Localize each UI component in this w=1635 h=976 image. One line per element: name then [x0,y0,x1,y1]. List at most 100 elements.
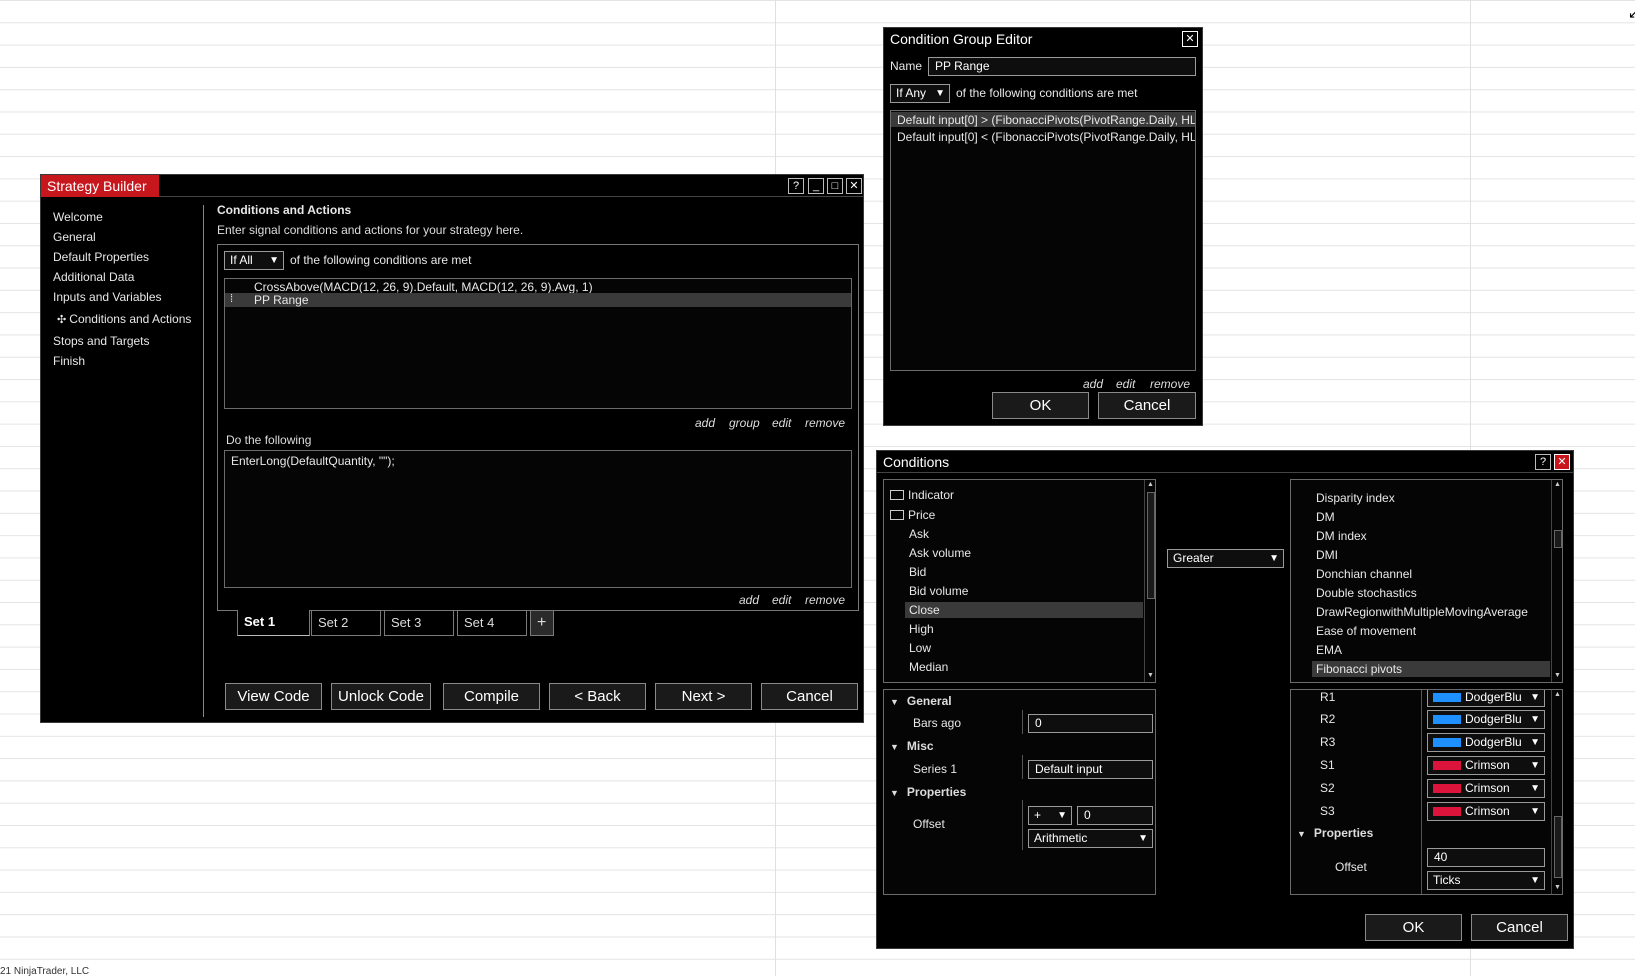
bars-ago-input[interactable]: 0 [1028,714,1153,733]
tree-item[interactable]: Bid volume [909,584,968,598]
tree-item[interactable]: Low [909,641,931,655]
scrollbar[interactable]: ▲ ▼ [1551,690,1562,894]
scroll-down-icon[interactable]: ▼ [1554,884,1561,891]
scrollbar[interactable]: ▲ ▼ [1144,480,1155,682]
view-code-button[interactable]: View Code [225,683,322,710]
edit-condition-link[interactable]: edit [1116,377,1135,391]
ok-button[interactable]: OK [1365,914,1462,941]
operator-select[interactable]: Greater ▼ [1167,549,1284,568]
list-item[interactable]: EMA [1316,643,1342,657]
list-item[interactable]: Double stochastics [1316,586,1417,600]
sidebar-item-conditions-actions[interactable]: ✣ Conditions and Actions [57,312,191,326]
scroll-up-icon[interactable]: ▲ [1554,691,1561,698]
plot-color-select[interactable]: DodgerBlu ▼ [1427,710,1545,729]
close-icon[interactable]: ✕ [846,178,862,194]
add-condition-link[interactable]: add [695,416,715,430]
list-item[interactable]: Donchian channel [1316,567,1412,581]
list-item[interactable]: DrawRegionwithMultipleMovingAverage [1316,605,1528,619]
tab-set-1[interactable]: Set 1 [237,610,310,636]
help-icon[interactable]: ? [1535,454,1551,470]
condition-item-selected[interactable]: ⁞ PP Range [225,293,851,307]
sidebar-item-general[interactable]: General [53,230,96,244]
condition-item[interactable]: Default input[0] < (FibonacciPivots(Pivo… [897,130,1195,144]
tab-set-3[interactable]: Set 3 [384,610,454,636]
cancel-button[interactable]: Cancel [1471,914,1568,941]
plot-color-select[interactable]: Crimson ▼ [1427,779,1545,798]
sidebar-item-welcome[interactable]: Welcome [53,210,103,224]
offset-type-select[interactable]: Ticks ▼ [1427,871,1545,890]
plot-color-select[interactable]: DodgerBlu ▼ [1427,690,1545,707]
condition-item[interactable]: CrossAbove(MACD(12, 26, 9).Default, MACD… [254,280,593,294]
section-properties[interactable]: ▼ Properties [1297,826,1373,840]
scroll-up-icon[interactable]: ▲ [1147,481,1154,488]
close-icon[interactable]: ✕ [1182,31,1198,47]
sidebar-item-inputs-variables[interactable]: Inputs and Variables [53,290,162,304]
condition-item-selected[interactable]: Default input[0] > (FibonacciPivots(Pivo… [891,112,1195,127]
add-condition-link[interactable]: add [1083,377,1103,391]
tree-item-selected[interactable]: Close [905,602,1143,618]
minimize-icon[interactable]: _ [808,178,824,194]
series-input[interactable]: Default input [1028,760,1153,779]
plot-color-select[interactable]: DodgerBlu ▼ [1427,733,1545,752]
tree-item[interactable]: Ask volume [909,546,971,560]
action-item[interactable]: EnterLong(DefaultQuantity, ""); [231,454,395,468]
tab-set-2[interactable]: Set 2 [311,610,381,636]
offset-value-input[interactable]: 0 [1077,806,1153,825]
offset-operator-select[interactable]: + ▼ [1028,806,1072,825]
tree-item[interactable]: Ask [909,527,929,541]
tree-item[interactable]: High [909,622,934,636]
tab-set-4[interactable]: Set 4 [457,610,527,636]
list-item[interactable]: Disparity index [1316,491,1395,505]
offset-value-input[interactable]: 40 [1427,848,1545,867]
plot-color-select[interactable]: Crimson ▼ [1427,756,1545,775]
remove-condition-link[interactable]: remove [1150,377,1190,391]
sidebar-item-finish[interactable]: Finish [53,354,85,368]
sidebar-item-default-properties[interactable]: Default Properties [53,250,149,264]
close-icon[interactable]: ✕ [1554,454,1570,470]
unlock-code-button[interactable]: Unlock Code [331,683,431,710]
cancel-button[interactable]: Cancel [1098,392,1196,419]
cancel-button[interactable]: Cancel [761,683,858,710]
scroll-thumb[interactable] [1554,530,1562,548]
remove-condition-link[interactable]: remove [805,416,845,430]
plot-color-select[interactable]: Crimson ▼ [1427,802,1545,821]
group-name-input[interactable]: PP Range [928,57,1196,76]
help-icon[interactable]: ? [788,178,804,194]
list-item[interactable]: DMI [1316,548,1338,562]
scroll-down-icon[interactable]: ▼ [1147,672,1154,679]
list-item-selected[interactable]: Fibonacci pivots [1312,661,1550,677]
offset-type-select[interactable]: Arithmetic ▼ [1028,829,1153,848]
next-button[interactable]: Next > [655,683,752,710]
scroll-down-icon[interactable]: ▼ [1554,672,1561,679]
add-set-button[interactable]: + [530,610,554,636]
scroll-up-icon[interactable]: ▲ [1554,481,1561,488]
edit-condition-link[interactable]: edit [772,416,791,430]
conditions-window: Conditions ? ✕ Indicator Price Ask Ask v… [876,450,1574,949]
back-button[interactable]: < Back [549,683,646,710]
list-item[interactable]: DM [1316,510,1335,524]
match-mode-select[interactable]: If All ▼ [224,251,284,270]
sidebar-item-label: Conditions and Actions [69,312,192,326]
add-action-link[interactable]: add [739,593,759,607]
tree-item[interactable]: Bid [909,565,926,579]
compile-button[interactable]: Compile [443,683,540,710]
tree-folder-price[interactable]: Price [890,508,935,522]
sidebar-item-stops-targets[interactable]: Stops and Targets [53,334,150,348]
ok-button[interactable]: OK [992,392,1089,419]
list-item[interactable]: Ease of movement [1316,624,1416,638]
scrollbar[interactable]: ▲ ▼ [1551,480,1562,682]
tree-item[interactable]: Median [909,660,948,674]
scroll-thumb[interactable] [1147,492,1155,599]
edit-action-link[interactable]: edit [772,593,791,607]
sidebar-item-additional-data[interactable]: Additional Data [53,270,134,284]
tree-folder-indicator[interactable]: Indicator [890,488,954,502]
scroll-thumb[interactable] [1554,816,1562,878]
group-condition-link[interactable]: group [729,416,760,430]
section-properties[interactable]: ▼ Properties [890,785,966,799]
remove-action-link[interactable]: remove [805,593,845,607]
match-mode-select[interactable]: If Any ▼ [890,84,950,103]
maximize-icon[interactable]: □ [827,178,843,194]
list-item[interactable]: DM index [1316,529,1367,543]
section-misc[interactable]: ▼ Misc [890,739,934,753]
section-general[interactable]: ▼ General [890,694,952,708]
